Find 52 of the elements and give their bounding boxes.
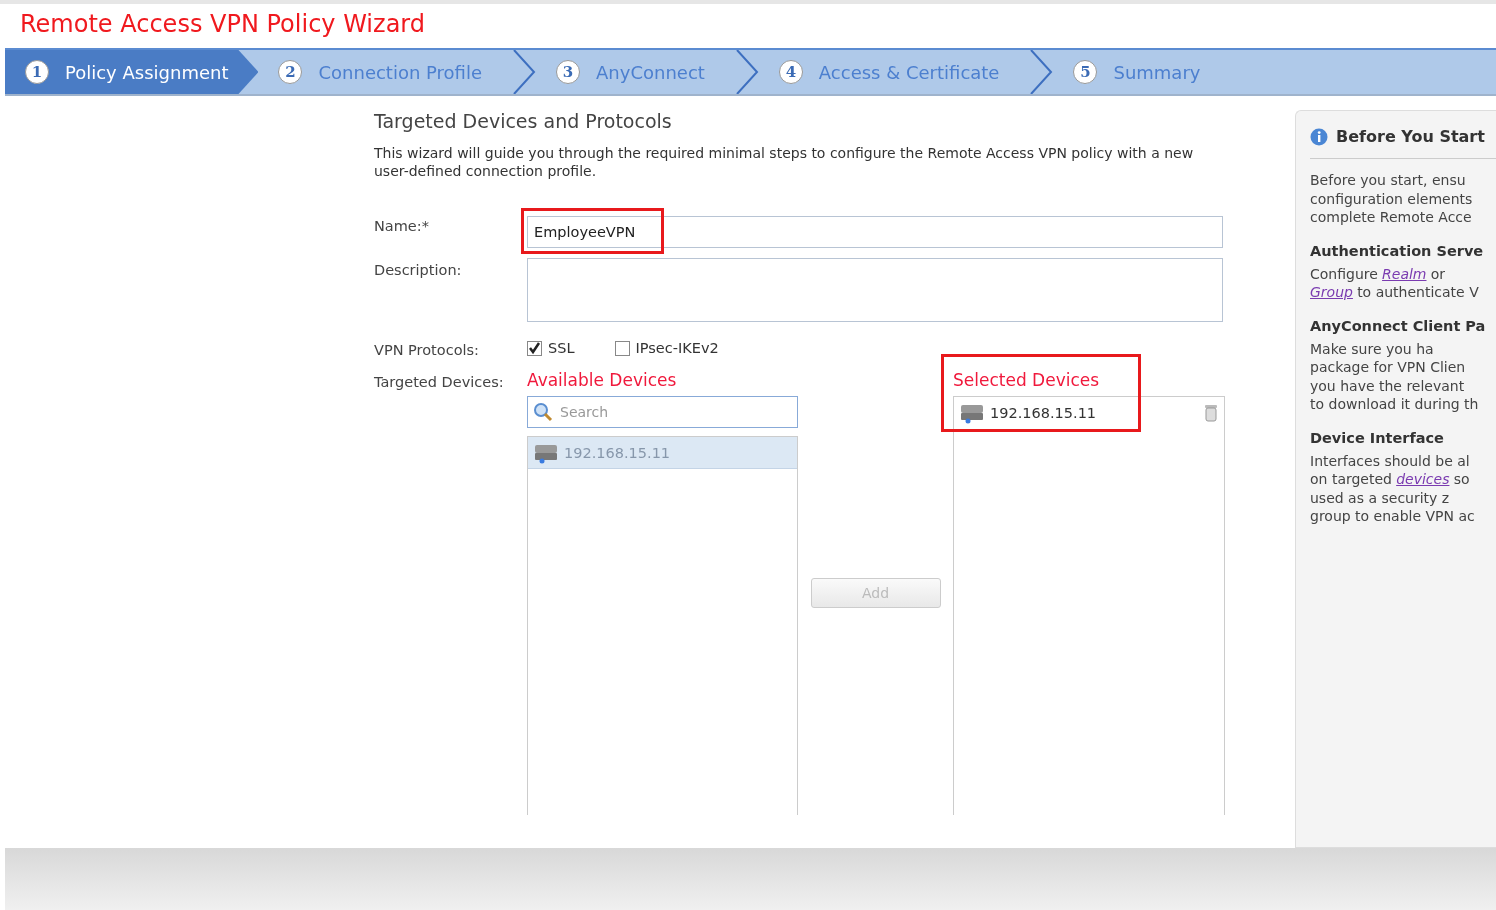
panel-link[interactable]: devices [1396,470,1450,489]
panel-text: Configure [1310,264,1378,283]
panel-text: complete Remote Acce [1310,208,1472,227]
panel-heading: AnyConnect Client Pa [1310,317,1487,334]
search-field[interactable]: Search [527,396,798,428]
device-address: 192.168.15.11 [564,444,671,461]
wizard-step[interactable]: 1 Policy Assignment [5,50,259,94]
field-label: Description: [374,261,463,278]
panel-link[interactable]: Group [1310,283,1353,302]
field-label: Targeted Devices: [374,373,505,390]
panel-link[interactable]: Realm [1382,264,1427,283]
checkmark-icon [528,341,541,355]
chevron-separator-icon [1029,50,1054,94]
wizard-step[interactable]: 2 Connection Profile [258,50,513,94]
list-title: Available Devices [527,370,678,392]
device-item[interactable]: 192.168.15.11 [954,397,1224,429]
protocol-checkbox[interactable]: IPsec-IKEv2 [614,340,719,356]
panel-text: group to enable VPN ac [1310,507,1475,526]
panel-text: to authenticate V [1357,283,1479,302]
list-title: Selected Devices [953,370,1101,392]
description-field[interactable] [527,258,1223,322]
field-label: Name:* [374,217,430,234]
trash-icon[interactable] [1204,404,1218,422]
panel-text: configuration elements [1310,189,1473,208]
panel-heading: Authentication Serve [1310,242,1485,259]
wizard-step[interactable]: 3 AnyConnect [536,50,735,94]
panel-text: you have the relevant [1310,376,1465,395]
chevron-separator-icon [512,50,537,94]
device-address: 192.168.15.11 [990,405,1098,421]
chevron-separator-icon [734,50,759,94]
panel-text: Before you start, ensu [1310,171,1466,190]
panel-text: on targeted [1310,470,1392,489]
wizard-step[interactable]: 4 Access & Certificate [758,50,1030,94]
server-icon [960,402,984,424]
panel-text: Interfaces should be al [1310,451,1470,470]
panel-text: or [1430,264,1445,283]
search-icon [533,402,553,422]
protocol-checkbox[interactable]: SSL [527,340,575,356]
panel-text: to download it during th [1310,395,1479,414]
wizard-step[interactable]: 5 Summary [1053,50,1231,94]
field-label: VPN Protocols: [374,341,480,358]
panel-text: package for VPN Clien [1310,358,1466,377]
wizard-title: Remote Access VPN Policy Wizard [19,9,426,40]
panel-text: Make sure you ha [1310,339,1434,358]
name-field[interactable]: EmployeeVPN [527,216,1223,248]
section-heading: Targeted Devices and Protocols [374,110,673,132]
panel-text: used as a security z [1310,488,1450,507]
panel-heading: Device Interface [1310,429,1445,446]
intro-text: This wizard will guide you through the required minimal steps to configure the Remote Access VPN policy with a new user-defined connection profile. [374,144,1195,180]
panel-title: Before You Start [1336,127,1485,146]
info-icon [1310,127,1328,146]
panel-text: so [1453,470,1470,489]
